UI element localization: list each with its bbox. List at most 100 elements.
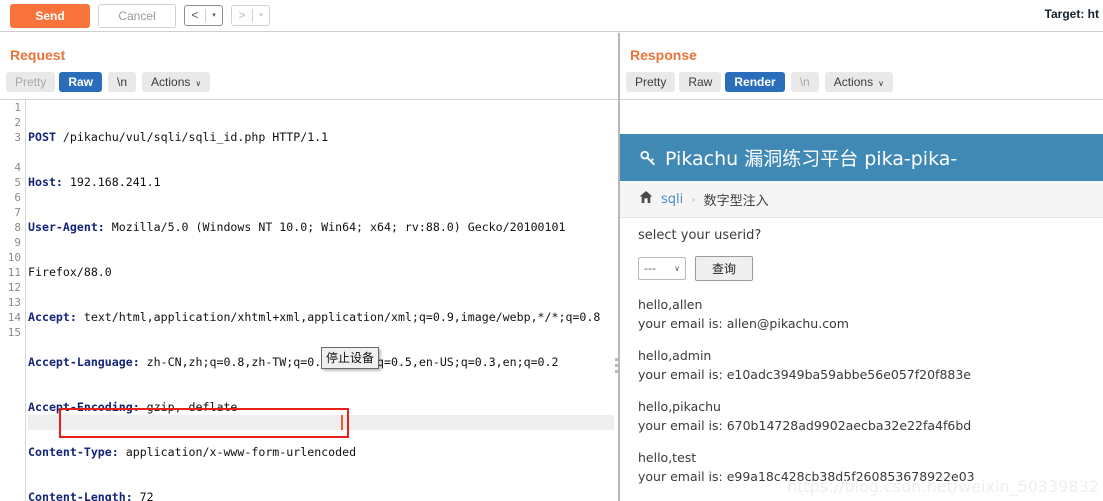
- line-number: 13: [7, 296, 21, 309]
- line-number: 11: [7, 266, 21, 279]
- chevron-down-icon: ∨: [674, 264, 680, 273]
- header-value: gzip, deflate: [139, 400, 238, 414]
- key-icon: [638, 148, 657, 167]
- line-number: 14: [7, 311, 21, 324]
- result-item: hello,admin your email is: e10adc3949ba5…: [638, 346, 1098, 384]
- header-name: Host:: [28, 175, 63, 189]
- response-panel: Response Pretty Raw Render \n Actions ∨ P…: [620, 33, 1103, 501]
- header-name: Accept-Language:: [28, 355, 140, 369]
- text-caret: [341, 415, 343, 430]
- result-email: your email is: allen@pikachu.com: [638, 316, 849, 331]
- next-arrow-icon[interactable]: >: [232, 7, 252, 24]
- breadcrumb: sqli › 数字型注入: [620, 181, 1103, 218]
- request-view-tabs: Pretty Raw \n Actions ∨: [6, 72, 211, 92]
- result-greeting: hello,test: [638, 450, 697, 465]
- breadcrumb-link-sqli[interactable]: sqli: [661, 192, 683, 207]
- tab-response-raw[interactable]: Raw: [679, 72, 722, 92]
- userid-select[interactable]: --- ∨: [638, 257, 686, 280]
- result-item: hello,allen your email is: allen@pikachu…: [638, 295, 1098, 333]
- line-number: 9: [14, 236, 21, 249]
- tab-request-pretty[interactable]: Pretty: [6, 72, 56, 92]
- line-number: 2: [14, 116, 21, 129]
- send-button[interactable]: Send: [10, 3, 90, 28]
- tab-request-newline[interactable]: \n: [108, 72, 137, 92]
- header-name: Content-Type:: [28, 445, 119, 459]
- target-label: Target: ht: [1044, 7, 1099, 21]
- result-greeting: hello,allen: [638, 297, 703, 312]
- line-number: 1: [14, 101, 21, 114]
- line-number: 6: [14, 191, 21, 204]
- request-actions-label: Actions: [151, 75, 191, 89]
- breadcrumb-separator-icon: ›: [691, 192, 696, 206]
- request-line: Content-Type: application/x-www-form-url…: [28, 445, 614, 460]
- result-item: hello,pikachu your email is: 670b14728ad…: [638, 397, 1098, 435]
- response-actions-label: Actions: [833, 75, 874, 89]
- chevron-down-icon: ∨: [878, 79, 884, 88]
- request-line: POST /pikachu/vul/sqli/sqli_id.php HTTP/…: [28, 130, 614, 145]
- request-line: Accept-Encoding: gzip, deflate: [28, 400, 614, 415]
- request-line: Accept: text/html,application/xhtml+xml,…: [28, 310, 614, 325]
- tab-response-newline[interactable]: \n: [790, 72, 819, 92]
- userid-form: --- ∨ 查询: [638, 256, 1098, 281]
- line-number: 4: [14, 161, 21, 174]
- line-number: 10: [7, 251, 21, 264]
- tab-response-render[interactable]: Render: [725, 72, 785, 92]
- next-chevron-down-icon[interactable]: ▾: [253, 7, 269, 24]
- line-number: 15: [7, 326, 21, 339]
- header-name: Accept:: [28, 310, 77, 324]
- home-icon[interactable]: [638, 189, 654, 209]
- header-value: text/html,application/xhtml+xml,applicat…: [76, 310, 601, 324]
- top-toolbar: Send Cancel < ▾ > ▾ Target: ht: [0, 0, 1103, 32]
- request-line: Content-Length: 72: [28, 490, 614, 501]
- header-value: application/x-www-form-urlencoded: [118, 445, 357, 459]
- pikachu-site-title: Pikachu 漏洞练习平台 pika-pika-: [665, 148, 958, 170]
- request-line: Firefox/88.0: [28, 265, 614, 280]
- request-line-value: /pikachu/vul/sqli/sqli_id.php HTTP/1.1: [55, 130, 329, 144]
- rendered-response: Pikachu 漏洞练习平台 pika-pika- sqli › 数字型注入 s…: [620, 100, 1103, 501]
- header-value: Mozilla/5.0 (Windows NT 10.0; Win64; x64…: [104, 220, 566, 234]
- request-raw-text[interactable]: POST /pikachu/vul/sqli/sqli_id.php HTTP/…: [28, 100, 614, 501]
- tab-request-raw[interactable]: Raw: [59, 72, 103, 92]
- line-number: 3: [14, 131, 21, 144]
- request-actions-button[interactable]: Actions ∨: [142, 72, 211, 92]
- form-question: select your userid?: [638, 228, 762, 243]
- response-view-tabs: Pretty Raw Render \n Actions ∨: [626, 72, 893, 92]
- header-name: Accept-Encoding:: [28, 400, 140, 414]
- result-greeting: hello,pikachu: [638, 399, 721, 414]
- watermark: https://blog.csdn.net/weixin_50339832: [786, 477, 1099, 496]
- pikachu-content: select your userid? --- ∨ 查询 hello,allen…: [638, 228, 1098, 499]
- cancel-button[interactable]: Cancel: [98, 3, 176, 28]
- result-email: your email is: 670b14728ad9902aecba32e22…: [638, 418, 972, 433]
- tab-response-pretty[interactable]: Pretty: [626, 72, 676, 92]
- line-number: 8: [14, 221, 21, 234]
- breadcrumb-current: 数字型注入: [703, 193, 769, 209]
- chevron-down-icon: ∨: [195, 79, 202, 88]
- header-value: 72: [132, 490, 154, 501]
- line-number: 5: [14, 176, 21, 189]
- request-line: User-Agent: Mozilla/5.0 (Windows NT 10.0…: [28, 220, 614, 235]
- request-editor[interactable]: 1 2 3 4 5 6 7 8 9 10 11 12 13 14 15 POST…: [0, 100, 618, 501]
- header-name: Content-Length:: [28, 490, 133, 501]
- request-panel: Request Pretty Raw \n Actions ∨ 1 2 3 4 5…: [0, 33, 618, 501]
- response-panel-title: Response: [630, 47, 697, 63]
- query-submit-button[interactable]: 查询: [695, 256, 753, 281]
- line-number: 12: [7, 281, 21, 294]
- request-panel-title: Request: [10, 47, 66, 63]
- pikachu-site-header: Pikachu 漏洞练习平台 pika-pika-: [620, 134, 1103, 181]
- result-email: your email is: e10adc3949ba59abbe56e057f…: [638, 367, 972, 382]
- header-value: 192.168.241.1: [62, 175, 161, 189]
- previous-chevron-down-icon[interactable]: ▾: [206, 7, 222, 24]
- result-greeting: hello,admin: [638, 348, 712, 363]
- header-value-wrapped: Firefox/88.0: [28, 265, 112, 279]
- previous-request-group[interactable]: < ▾: [184, 5, 223, 26]
- http-method: POST: [28, 130, 56, 144]
- line-number: 7: [14, 206, 21, 219]
- previous-arrow-icon[interactable]: <: [185, 7, 205, 24]
- header-name: User-Agent:: [28, 220, 105, 234]
- response-actions-button[interactable]: Actions ∨: [824, 72, 893, 92]
- next-request-group[interactable]: > ▾: [231, 5, 270, 26]
- stop-device-tooltip: 停止设备: [321, 347, 380, 369]
- request-line-number-gutter: 1 2 3 4 5 6 7 8 9 10 11 12 13 14 15: [0, 100, 26, 501]
- request-line: Host: 192.168.241.1: [28, 175, 614, 190]
- userid-select-value: ---: [644, 262, 656, 275]
